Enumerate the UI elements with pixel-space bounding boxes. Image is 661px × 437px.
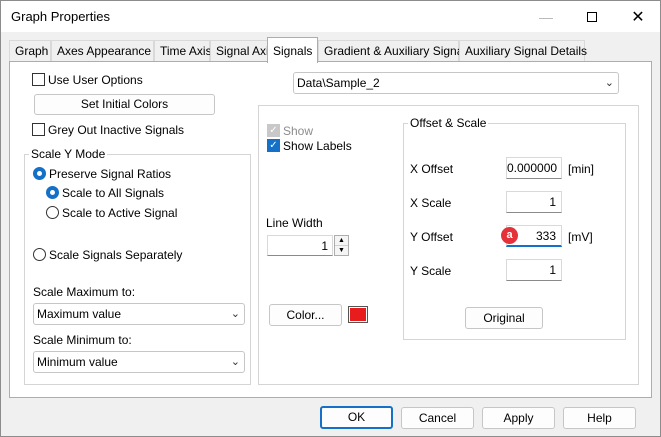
chevron-down-icon: ⌄ [230, 308, 240, 320]
original-button[interactable]: Original [465, 307, 543, 329]
annotation-marker-a: a [501, 227, 518, 244]
preserve-signal-ratios-radio[interactable] [33, 167, 46, 180]
offset-scale-title: Offset & Scale [408, 116, 489, 130]
grey-out-inactive-label: Grey Out Inactive Signals [48, 123, 185, 137]
scale-to-active-signal-label: Scale to Active Signal [62, 206, 178, 220]
scale-signals-separately-label: Scale Signals Separately [49, 248, 183, 262]
y-scale-label: Y Scale [410, 264, 452, 278]
signal-select[interactable]: Data\Sample_2 ⌄ [293, 72, 619, 94]
y-offset-label: Y Offset [410, 230, 453, 244]
line-width-spinner[interactable]: ▲ ▼ [334, 235, 349, 256]
x-offset-unit: [min] [568, 162, 595, 176]
ok-button[interactable]: OK [320, 406, 393, 429]
chevron-down-icon: ⌄ [604, 77, 614, 89]
spin-up-icon[interactable]: ▲ [335, 236, 348, 246]
tab-signals[interactable]: Signals [267, 37, 318, 63]
scale-to-active-signal-radio[interactable] [46, 206, 59, 219]
help-button[interactable]: Help [563, 407, 636, 429]
tab-signal-axis[interactable]: Signal Axis [210, 40, 275, 62]
x-scale-input[interactable]: 1 [506, 191, 562, 213]
signal-settings-panel: ✓ Show ✓ Show Labels Line Width 1 ▲ ▼ Co… [258, 105, 639, 385]
signal-select-value: Data\Sample_2 [297, 76, 380, 90]
show-labels-checkbox[interactable]: ✓ [267, 139, 280, 152]
minimize-icon[interactable]: — [523, 1, 569, 32]
scale-maximum-value: Maximum value [37, 307, 122, 321]
signals-tab-page: Use User Options Set Initial Colors Grey… [9, 61, 652, 398]
y-offset-unit: [mV] [568, 230, 593, 244]
line-width-label: Line Width [266, 216, 323, 230]
use-user-options-label: Use User Options [48, 73, 143, 87]
chevron-down-icon: ⌄ [230, 356, 240, 368]
window-title: Graph Properties [11, 9, 110, 24]
scale-to-all-signals-radio[interactable] [46, 186, 59, 199]
color-swatch[interactable] [348, 306, 368, 323]
x-offset-label: X Offset [410, 162, 454, 176]
grey-out-inactive-checkbox[interactable] [32, 123, 45, 136]
tab-axes-appearance[interactable]: Axes Appearance [51, 40, 154, 62]
scale-signals-separately-radio[interactable] [33, 248, 46, 261]
use-user-options-checkbox[interactable] [32, 73, 45, 86]
line-width-input[interactable]: 1 [267, 235, 333, 256]
title-bar: Graph Properties — ✕ [1, 1, 660, 32]
tab-gradient-auxiliary-signals[interactable]: Gradient & Auxiliary Signals [318, 40, 472, 62]
show-checkbox[interactable]: ✓ [267, 124, 280, 137]
preserve-signal-ratios-label: Preserve Signal Ratios [49, 167, 172, 181]
tab-graph[interactable]: Graph [9, 40, 51, 62]
offset-scale-group: Offset & Scale X Offset 0.000000 [min] X… [403, 116, 626, 340]
scale-to-all-signals-label: Scale to All Signals [62, 186, 165, 200]
spin-down-icon[interactable]: ▼ [335, 246, 348, 255]
x-scale-label: X Scale [410, 196, 452, 210]
scale-maximum-select[interactable]: Maximum value ⌄ [33, 303, 245, 325]
scale-minimum-value: Minimum value [37, 355, 118, 369]
scale-y-mode-title: Scale Y Mode [29, 147, 108, 161]
graph-properties-dialog: Graph Properties — ✕ Graph Axes Appearan… [0, 0, 661, 437]
scale-y-mode-group: Scale Y Mode Preserve Signal Ratios Scal… [24, 147, 251, 385]
scale-minimum-select[interactable]: Minimum value ⌄ [33, 351, 245, 373]
scale-minimum-label: Scale Minimum to: [33, 333, 132, 347]
color-swatch-fill [350, 308, 366, 321]
tab-auxiliary-signal-details[interactable]: Auxiliary Signal Details [459, 40, 587, 62]
show-labels-label: Show Labels [283, 139, 352, 153]
show-label: Show [283, 124, 314, 138]
x-offset-input[interactable]: 0.000000 [506, 157, 562, 179]
close-icon[interactable]: ✕ [615, 1, 661, 32]
tab-time-axis[interactable]: Time Axis [154, 40, 212, 62]
color-button[interactable]: Color... [269, 304, 342, 326]
maximize-icon[interactable] [569, 1, 615, 32]
cancel-button[interactable]: Cancel [401, 407, 474, 429]
scale-maximum-label: Scale Maximum to: [33, 285, 136, 299]
apply-button[interactable]: Apply [482, 407, 555, 429]
y-scale-input[interactable]: 1 [506, 259, 562, 281]
set-initial-colors-button[interactable]: Set Initial Colors [34, 94, 215, 115]
